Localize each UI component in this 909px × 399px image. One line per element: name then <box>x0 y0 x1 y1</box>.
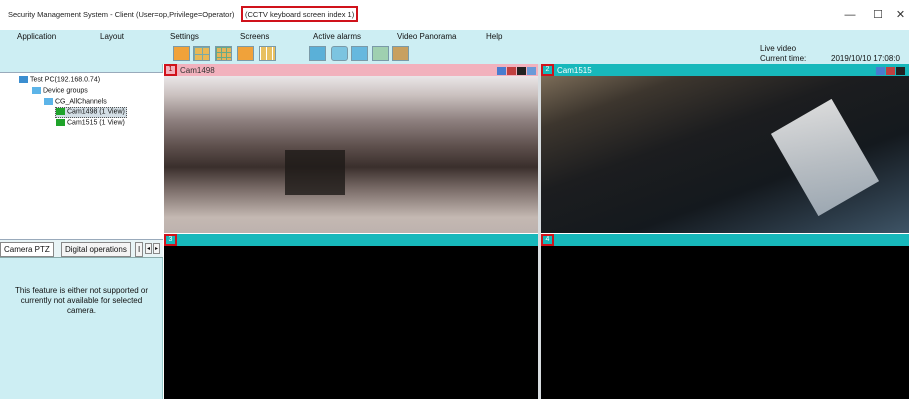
tree-camera-cam1498[interactable]: Cam1498 (1 View) <box>56 108 125 115</box>
pane-2-camera-name: Cam1515 <box>557 66 592 75</box>
pane-3-index: 3 <box>164 234 177 246</box>
current-time-label: Current time: <box>760 54 807 63</box>
pane-2-record-icon[interactable] <box>886 67 895 75</box>
pane-1-camera-name: Cam1498 <box>180 66 215 75</box>
menu-layout[interactable]: Layout <box>100 32 124 41</box>
pane-1-header[interactable] <box>164 64 538 76</box>
tab-more[interactable]: I <box>135 242 144 257</box>
folder-icon <box>32 87 41 94</box>
close-button[interactable]: ✕ <box>892 6 909 24</box>
layout-2x2-icon[interactable] <box>193 46 210 61</box>
pane-1-record-icon[interactable] <box>507 67 516 75</box>
ptz-unavailable-message: This feature is either not supported or … <box>15 286 148 315</box>
maximize-button[interactable]: ☐ <box>864 6 892 24</box>
menu-settings[interactable]: Settings <box>170 32 199 41</box>
tab-scroll-left-icon[interactable]: ◂ <box>145 243 152 254</box>
tab-camera-ptz[interactable]: Camera PTZ <box>0 242 54 257</box>
pane-1-snapshot-icon[interactable] <box>517 67 526 75</box>
pane-4-index: 4 <box>541 234 554 246</box>
layout-3x3-icon[interactable] <box>215 46 232 61</box>
menu-screens[interactable]: Screens <box>240 32 269 41</box>
tree-root[interactable]: Test PC(192.168.0.74) <box>19 76 100 83</box>
folder-icon <box>44 98 53 105</box>
layout-custom-icon[interactable] <box>259 46 276 61</box>
settings-icon[interactable] <box>392 46 409 61</box>
pane-1-index: 1 <box>164 64 177 76</box>
window-title-extra: (CCTV keyboard screen index 1) <box>245 10 355 19</box>
pane-2-ptz-icon[interactable] <box>876 67 885 75</box>
camera-view-icon[interactable] <box>331 46 348 61</box>
tree-device-groups[interactable]: Device groups <box>32 87 88 94</box>
tab-scroll-right-icon[interactable]: ▸ <box>153 243 160 254</box>
tab-digital-operations[interactable]: Digital operations <box>61 242 131 257</box>
menu-video-panorama[interactable]: Video Panorama <box>397 32 456 41</box>
camera-icon <box>56 119 65 126</box>
menu-active-alarms[interactable]: Active alarms <box>313 32 361 41</box>
menu-help[interactable]: Help <box>486 32 502 41</box>
search-icon[interactable] <box>372 46 389 61</box>
pane-1-video-feed[interactable] <box>164 76 538 233</box>
camera-icon <box>56 108 65 115</box>
monitor-icon[interactable] <box>309 46 326 61</box>
live-video-label: Live video <box>760 44 797 53</box>
pane-1-close-icon[interactable] <box>527 67 536 75</box>
tree-cg-allchannels[interactable]: CG_AllChannels <box>44 98 107 105</box>
current-time-value: 2019/10/10 17:08:0 <box>831 54 900 63</box>
menu-application[interactable]: Application <box>17 32 56 41</box>
window-title: Security Management System - Client (Use… <box>8 10 235 19</box>
computer-icon <box>19 76 28 83</box>
layout-4x4-icon[interactable] <box>237 46 254 61</box>
minimize-button[interactable]: — <box>836 6 864 24</box>
pane-3-header[interactable] <box>164 234 538 246</box>
pane-2-snapshot-icon[interactable] <box>896 67 905 75</box>
map-icon[interactable] <box>351 46 368 61</box>
pane-2-header[interactable] <box>541 64 909 76</box>
pane-1-video-detail <box>285 150 345 195</box>
tree-camera-cam1515[interactable]: Cam1515 (1 View) <box>56 119 125 126</box>
pane-4-header[interactable] <box>541 234 909 246</box>
pane-4-video-feed[interactable] <box>541 246 909 399</box>
pane-1-ptz-icon[interactable] <box>497 67 506 75</box>
pane-2-index: 2 <box>541 64 554 76</box>
pane-3-video-feed[interactable] <box>164 246 538 399</box>
layout-1x1-icon[interactable] <box>173 46 190 61</box>
